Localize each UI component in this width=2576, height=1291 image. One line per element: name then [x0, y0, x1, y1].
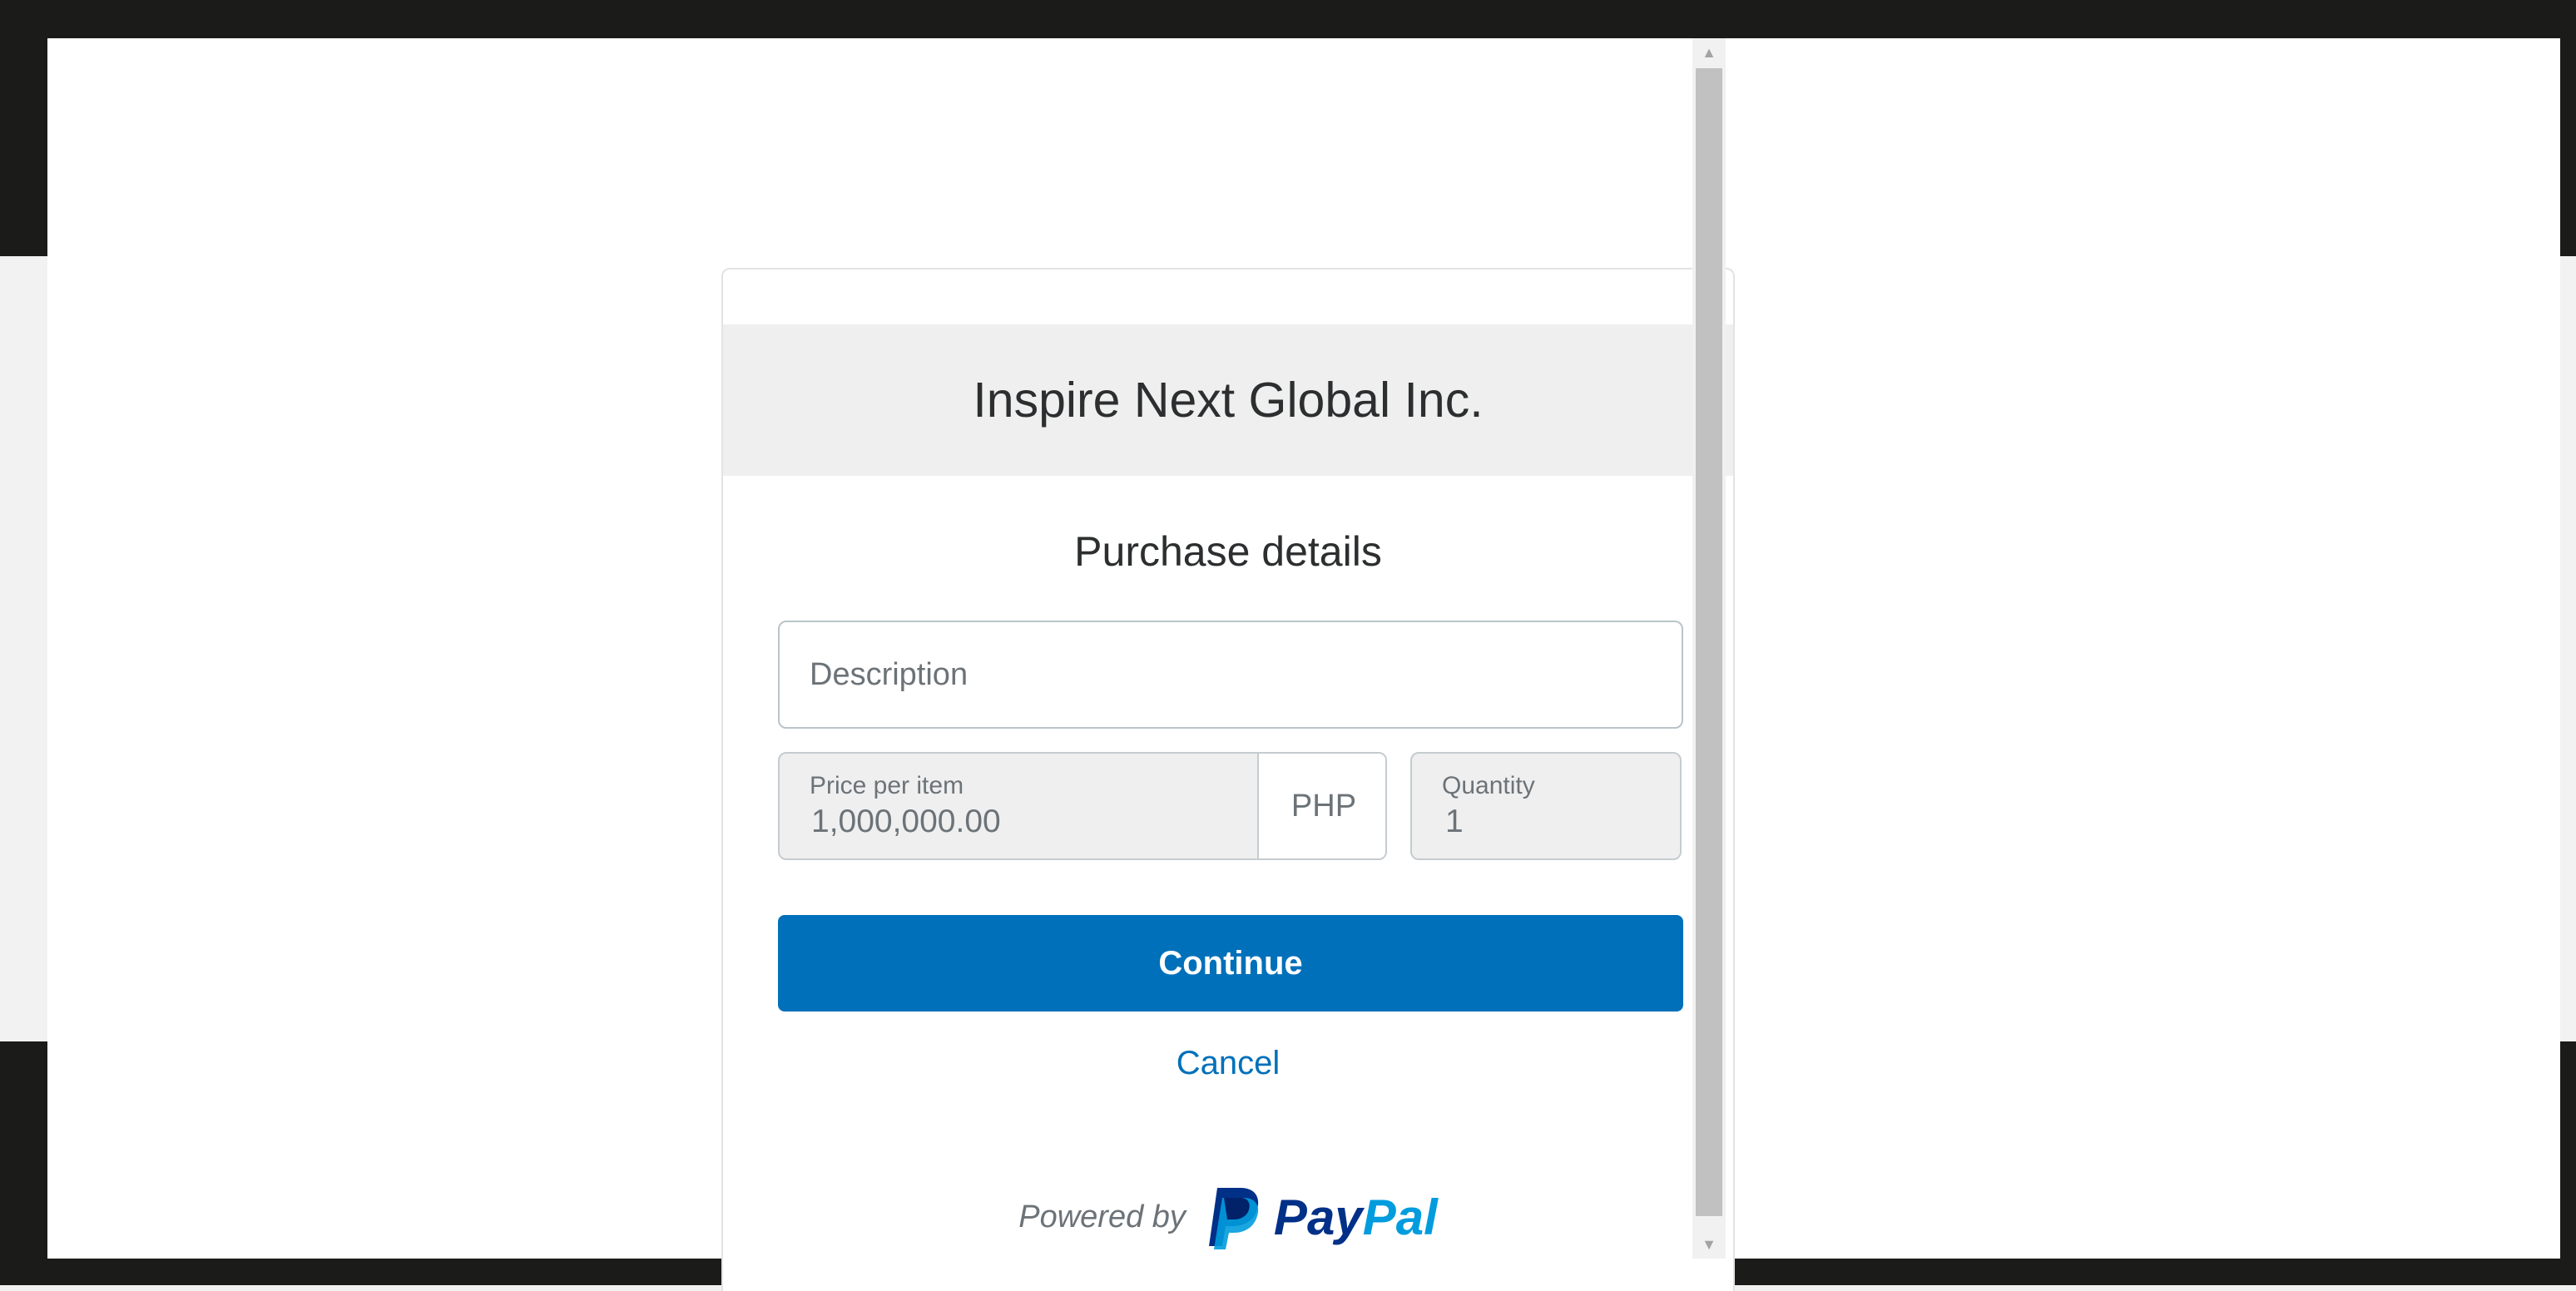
scroll-down-icon[interactable]: ▼: [1692, 1230, 1726, 1259]
paypal-wordmark: PayPal: [1274, 1189, 1438, 1246]
currency-label: PHP: [1290, 788, 1357, 824]
cancel-label: Cancel: [1176, 1045, 1281, 1081]
paypal-logo: PayPal: [1204, 1185, 1438, 1249]
page-viewport: Inspire Next Global Inc. Purchase detail…: [47, 38, 2560, 1291]
scrollbar-thumb[interactable]: [1696, 68, 1722, 1216]
price-label: Price per item: [810, 772, 964, 799]
powered-by-text: Powered by: [1018, 1199, 1186, 1234]
currency-badge: PHP: [1257, 754, 1385, 858]
paypal-mark-icon: [1208, 1188, 1259, 1249]
paypal-word-pay: Pay: [1273, 1189, 1363, 1245]
frame-gap: [0, 256, 17, 1041]
cancel-link[interactable]: Cancel: [723, 1045, 1733, 1082]
scroll-up-icon[interactable]: ▲: [1692, 38, 1726, 67]
description-placeholder: Description: [810, 656, 968, 692]
price-value: 1,000,000.00: [811, 804, 1001, 839]
continue-label: Continue: [1158, 944, 1303, 982]
quantity-field[interactable]: Quantity 1: [1410, 752, 1682, 860]
merchant-name: Inspire Next Global Inc.: [973, 373, 1484, 428]
purchase-details-title: Purchase details: [1074, 528, 1382, 575]
price-field[interactable]: Price per item 1,000,000.00 PHP: [778, 752, 1387, 860]
paypal-word-pal: Pal: [1362, 1189, 1438, 1245]
vertical-scrollbar[interactable]: ▲ ▼: [1692, 38, 1726, 1259]
checkout-panel: Inspire Next Global Inc. Purchase detail…: [721, 268, 1735, 1291]
powered-by-footer: Powered by PayPal: [723, 1185, 1733, 1249]
quantity-value: 1: [1445, 804, 1464, 839]
quantity-label: Quantity: [1442, 772, 1535, 799]
merchant-header: Inspire Next Global Inc.: [723, 324, 1733, 476]
continue-button[interactable]: Continue: [778, 915, 1683, 1012]
description-input[interactable]: Description: [778, 621, 1683, 729]
